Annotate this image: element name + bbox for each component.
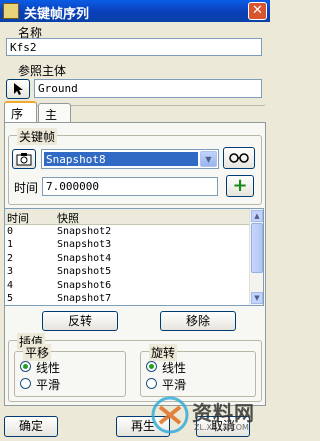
radio-indicator[interactable]	[20, 378, 31, 389]
row-time: 4	[7, 279, 14, 291]
translate-group: 平移	[14, 344, 126, 397]
glasses-icon	[229, 153, 249, 163]
keyframe-group-title: 关键帧	[17, 128, 58, 145]
rotate-smooth-radio[interactable]: 平滑	[146, 376, 226, 392]
row-snapshot: Snapshot4	[57, 252, 112, 264]
watermark-site: 资料网	[192, 401, 255, 425]
translate-smooth-label: 平滑	[36, 378, 61, 392]
reverse-button[interactable]: 反转	[42, 311, 118, 331]
scroll-down-icon[interactable]: ▼	[251, 292, 263, 304]
remove-button[interactable]: 移除	[160, 311, 236, 331]
row-time: 1	[7, 239, 14, 251]
table-scrollbar[interactable]: ▲ ▼	[249, 209, 263, 305]
scroll-up-icon[interactable]: ▲	[251, 210, 263, 222]
column-header-snapshot[interactable]: 快照	[57, 210, 79, 226]
add-keyframe-button[interactable]: +	[226, 175, 254, 197]
table-row[interactable]: 2 Snapshot4	[5, 253, 251, 266]
table-row[interactable]: 3 Snapshot5	[5, 266, 251, 279]
camera-snapshot-button[interactable]	[12, 149, 36, 169]
select-reference-button[interactable]	[6, 79, 30, 99]
row-snapshot: Snapshot5	[57, 266, 112, 278]
watermark-url: ZL.XS1X.COM	[194, 423, 249, 432]
name-field[interactable]: Kfs2	[6, 38, 262, 56]
time-label: 时间	[14, 181, 39, 195]
table-row[interactable]: 1 Snapshot3	[5, 239, 251, 252]
tab-body[interactable]: 主体	[38, 103, 71, 139]
window-title: 关键帧序列	[24, 7, 90, 22]
view-snapshot-button[interactable]	[223, 147, 255, 169]
snapshot-dropdown-value: Snapshot8	[44, 152, 198, 166]
snapshot-dropdown[interactable]: Snapshot8 ▼	[41, 149, 219, 169]
table-row[interactable]: 4 Snapshot6	[5, 280, 251, 293]
rotate-linear-radio[interactable]: 线性	[146, 359, 226, 375]
window-titlebar: 关键帧序列 ✕	[0, 0, 270, 22]
camera-icon	[16, 153, 32, 166]
row-snapshot: Snapshot6	[57, 279, 112, 291]
keyframe-table[interactable]: 时间 快照 0 Snapshot2 1 Snapshot3 2 Snapshot4 3…	[4, 208, 264, 306]
translate-linear-radio[interactable]: 线性	[20, 359, 100, 375]
app-icon	[3, 3, 19, 19]
ok-button[interactable]: 确定	[4, 416, 58, 437]
translate-smooth-radio[interactable]: 平滑	[20, 376, 100, 392]
reference-field[interactable]: Ground	[34, 79, 262, 98]
watermark-logo-icon	[151, 396, 189, 434]
radio-selected-indicator[interactable]	[146, 361, 157, 372]
table-row[interactable]: 5 Snapshot7	[5, 292, 251, 305]
row-time: 0	[7, 226, 14, 237]
radio-selected-indicator[interactable]	[20, 361, 31, 372]
table-row[interactable]: 0 Snapshot2	[5, 226, 251, 239]
row-time: 3	[7, 266, 14, 278]
pointer-icon	[14, 83, 23, 95]
watermark: 资料网 ZL.XS1X.COM	[150, 391, 268, 439]
translate-linear-label: 线性	[36, 361, 61, 375]
row-time: 5	[7, 292, 14, 304]
scrollbar-thumb[interactable]	[251, 223, 263, 273]
table-rows: 0 Snapshot2 1 Snapshot3 2 Snapshot4 3 Snapsh…	[5, 226, 251, 305]
close-button[interactable]: ✕	[248, 2, 267, 20]
row-snapshot: Snapshot3	[57, 239, 112, 251]
time-field[interactable]: 7.000000	[42, 177, 218, 196]
row-snapshot: Snapshot7	[57, 292, 112, 304]
tab-sequence[interactable]: 序列	[4, 101, 37, 138]
table-header: 时间 快照	[5, 209, 251, 225]
chevron-down-icon[interactable]: ▼	[200, 151, 217, 167]
row-time: 2	[7, 252, 14, 264]
rotate-linear-label: 线性	[162, 361, 187, 375]
row-snapshot: Snapshot2	[57, 226, 112, 237]
column-header-time[interactable]: 时间	[7, 210, 29, 226]
radio-indicator[interactable]	[146, 378, 157, 389]
